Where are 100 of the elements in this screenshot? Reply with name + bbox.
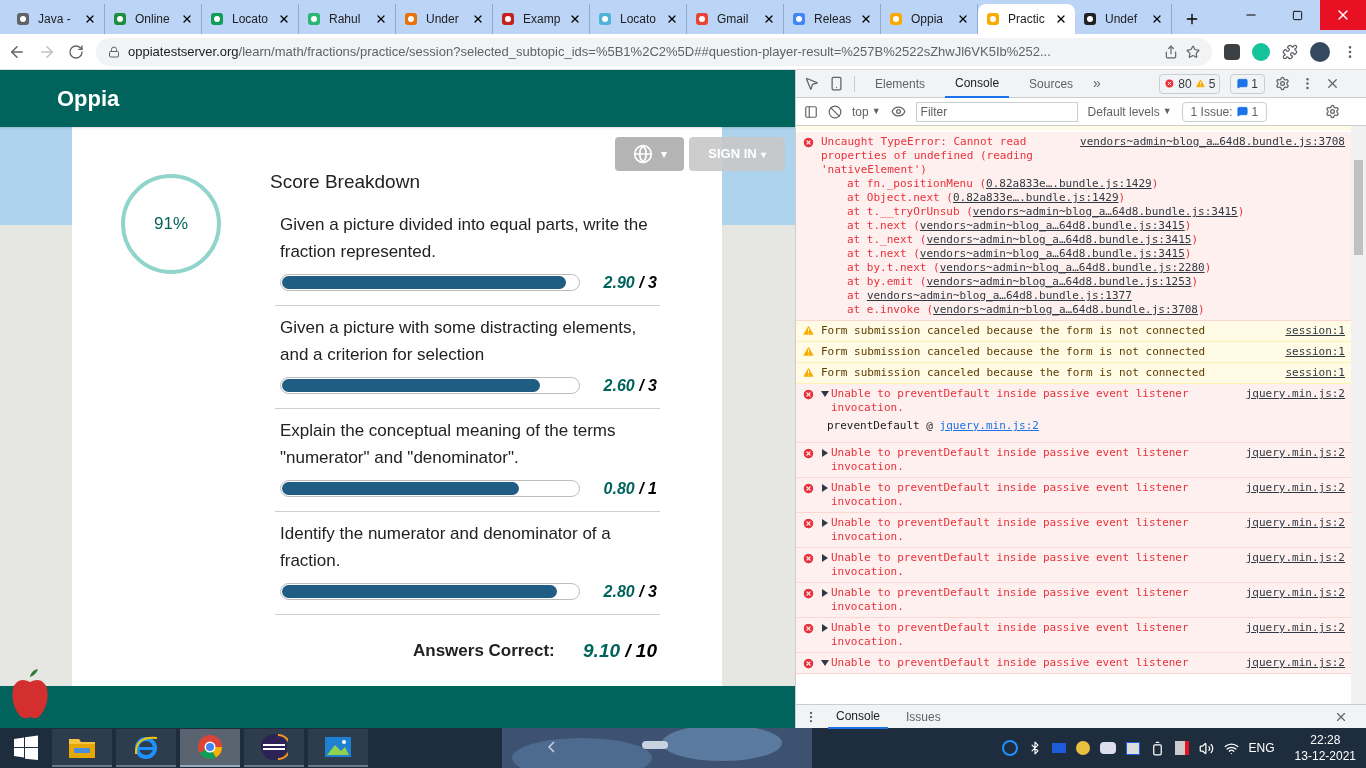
tray-icon[interactable] [1075, 741, 1090, 755]
close-icon[interactable] [278, 13, 290, 25]
skill-score: 2.90 / 3 [603, 272, 657, 293]
address-bar[interactable]: oppiatestserver.org/learn/math/fractions/practice/session?selected_subtopic_ids=%5B1%2C2%5D##question-player-result=%257B%2522sZhwJl6VK5Ib%252... [96, 37, 1212, 66]
lock-icon[interactable] [108, 45, 120, 58]
taskbar-app[interactable] [116, 729, 176, 767]
tab-title: Under [426, 11, 460, 28]
source-link[interactable]: 0.82a833e….bundle.js:1429 [952, 191, 1119, 204]
error-icon [802, 657, 815, 670]
source-link[interactable]: 0.82a833e….bundle.js:1429 [986, 177, 1152, 190]
close-icon[interactable] [1055, 13, 1067, 25]
tab-title: Oppia [911, 11, 945, 28]
tray-icon[interactable] [1125, 741, 1140, 755]
caret-icon[interactable] [821, 554, 829, 562]
reload-icon[interactable] [68, 43, 84, 60]
issues-button[interactable]: 1 Issue: 1 [1181, 101, 1268, 122]
source-link[interactable]: jquery.min.js:2 [1245, 621, 1345, 635]
close-icon[interactable] [375, 13, 387, 25]
close-icon[interactable] [472, 13, 484, 25]
taskbar-app[interactable] [52, 729, 112, 767]
source-link[interactable]: vendors~admin~blog_a…64d8.bundle.js:3415 [919, 219, 1185, 232]
source-link[interactable]: vendors~admin~blog_a…64d8.bundle.js:3708 [933, 303, 1198, 316]
eye-icon[interactable] [890, 104, 906, 119]
warning-icon [802, 324, 815, 337]
share-icon[interactable] [1164, 44, 1178, 59]
close-icon[interactable] [860, 13, 872, 25]
caret-icon[interactable] [821, 519, 829, 527]
caret-icon[interactable] [821, 390, 829, 398]
stack-line: at t.next (vendors~admin~blog_a…64d8.bundle.js:3415) [846, 247, 1193, 261]
levels-select[interactable]: Default levels ▼ [1087, 102, 1172, 121]
network-icon[interactable] [1174, 741, 1189, 755]
caret-icon[interactable] [821, 589, 829, 597]
tray-icon[interactable] [1099, 742, 1116, 754]
source-link[interactable]: vendors~admin~blog_a…64d8.bundle.js:3415 [919, 247, 1185, 260]
clear-icon[interactable] [828, 104, 842, 119]
caret-icon[interactable] [821, 449, 829, 457]
taskbar-app[interactable] [308, 729, 368, 767]
stack-line: at t._next (vendors~admin~blog_a…64d8.bundle.js:3415) [846, 233, 1199, 247]
scrollbar[interactable] [1351, 126, 1366, 704]
devtools-tab[interactable]: Elements [865, 69, 936, 98]
signal-icon[interactable] [1223, 740, 1239, 756]
source-link[interactable]: session:1 [1285, 324, 1345, 338]
close-icon[interactable] [569, 13, 581, 25]
volume-icon[interactable] [1198, 740, 1214, 756]
new-tab-icon[interactable] [1184, 11, 1200, 27]
inspect-icon[interactable] [804, 76, 819, 91]
filter-field[interactable]: Filter [915, 101, 1078, 122]
source-link[interactable]: session:1 [1285, 366, 1345, 380]
section-heading: Score Breakdown [270, 170, 421, 194]
console-message: Form submission canceled because the form is not connected [821, 324, 1207, 338]
source-link[interactable]: jquery.min.js:2 [1245, 387, 1345, 401]
tray-icon[interactable] [1001, 740, 1018, 756]
source-link[interactable]: jquery.min.js:2 [1245, 551, 1345, 565]
source-link[interactable]: jquery.min.js:2 [1245, 586, 1345, 600]
caret-icon[interactable] [821, 659, 829, 667]
star-icon[interactable] [1186, 44, 1200, 59]
source-link[interactable]: jquery.min.js:2 [1245, 656, 1345, 670]
answers-score: 9.10 / 10 [583, 638, 657, 663]
message-counter[interactable]: 1 [1230, 73, 1265, 94]
source-link[interactable]: session:1 [1285, 345, 1345, 359]
sidebar-icon[interactable] [804, 104, 818, 119]
drawer-tab[interactable]: Issues [898, 704, 949, 729]
close-icon[interactable] [763, 13, 775, 25]
tab-title: Examp [523, 11, 561, 28]
source-link[interactable]: vendors~admin~blog_a…64d8.bundle.js:3415 [972, 205, 1238, 218]
extensions-icon[interactable] [1282, 43, 1298, 60]
source-link[interactable]: jquery.min.js:2 [1245, 481, 1345, 495]
settings-icon[interactable] [1325, 104, 1340, 119]
source-link[interactable]: vendors~admin~blog_a…64d8.bundle.js:1377 [866, 289, 1132, 302]
clock[interactable]: 22:28 13-12-2021 [1294, 732, 1356, 764]
devtools-tab[interactable]: Sources [1019, 69, 1084, 98]
source-link[interactable]: vendors~admin~blog_a…64d8.bundle.js:3708 [1080, 135, 1345, 177]
language-indicator[interactable]: ENG [1248, 739, 1275, 757]
device-icon[interactable] [829, 76, 844, 91]
error-counter[interactable]: 80 5 [1159, 73, 1221, 94]
source-link[interactable]: vendors~admin~blog_a…64d8.bundle.js:1253 [926, 275, 1192, 288]
source-link[interactable]: jquery.min.js:2 [1245, 446, 1345, 460]
avatar-icon[interactable] [1310, 41, 1330, 62]
taskbar-app[interactable] [244, 729, 304, 767]
caret-icon[interactable] [821, 484, 829, 492]
error-icon [802, 388, 815, 401]
browser-tab[interactable]: Practic [978, 4, 1075, 34]
more-tabs[interactable]: » [1093, 73, 1101, 94]
source-link[interactable]: vendors~admin~blog_a…64d8.bundle.js:2280 [939, 261, 1205, 274]
context-select[interactable]: top ▼ [852, 102, 881, 121]
source-link[interactable]: vendors~admin~blog_a…64d8.bundle.js:3415 [926, 233, 1192, 246]
close-icon[interactable] [666, 13, 678, 25]
caret-icon[interactable] [821, 624, 829, 632]
source-link[interactable]: jquery.min.js:2 [1245, 516, 1345, 530]
windows-start-icon[interactable] [13, 735, 39, 761]
extension-icon[interactable] [1224, 43, 1240, 60]
close-icon[interactable] [84, 13, 96, 25]
close-icon[interactable] [1151, 13, 1163, 25]
console-message: Unable to preventDefault inside passive event listener invocation. [831, 387, 1190, 415]
logo[interactable]: Oppia [57, 82, 120, 115]
restore-icon[interactable] [1291, 9, 1303, 21]
source-link[interactable]: jquery.min.js:2 [939, 419, 1039, 432]
close-icon[interactable] [957, 13, 969, 25]
settings-icon[interactable] [1275, 76, 1290, 91]
close-icon[interactable] [181, 13, 193, 25]
